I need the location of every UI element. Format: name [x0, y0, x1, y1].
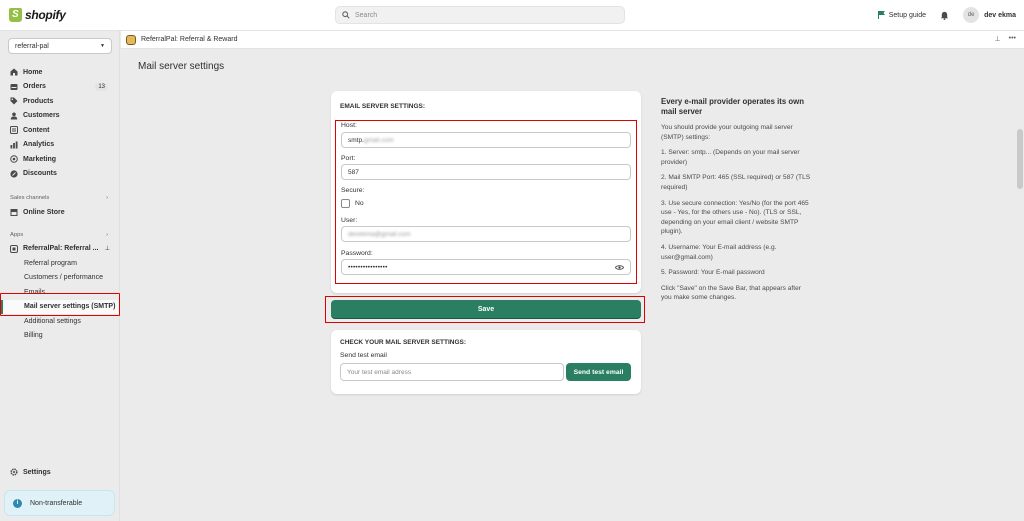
sidebar-item-label: Products [23, 97, 54, 105]
send-test-email-button[interactable]: Send test email [566, 363, 631, 381]
sidebar-item-label: Customers [23, 112, 60, 120]
flag-icon [877, 11, 885, 19]
discount-icon [10, 170, 18, 178]
bell-icon[interactable] [940, 11, 949, 20]
section-title: EMAIL SERVER SETTINGS: [340, 103, 425, 110]
pin-icon[interactable]: ⊥ [995, 35, 1001, 43]
help-panel: Every e-mail provider operates its own m… [661, 97, 811, 309]
scrollbar[interactable] [1016, 49, 1024, 521]
info-icon: i [13, 498, 22, 508]
sidebar-subitem-additional-settings[interactable]: Additional settings [0, 314, 120, 329]
shopify-logo[interactable]: shopify [9, 8, 66, 22]
sidebar-item-label: Discounts [23, 170, 57, 178]
chevron-right-icon: › [106, 195, 108, 201]
sidebar-item-customers[interactable]: Customers [0, 109, 120, 124]
setup-guide-label: Setup guide [888, 11, 927, 19]
app-title-bar: ReferralPal: Referral & Reward ⊥ ••• [121, 31, 1024, 49]
app-title: ReferralPal: Referral & Reward [141, 36, 238, 43]
pin-icon[interactable]: ⊥ [105, 245, 110, 252]
section-label: Apps [10, 231, 24, 238]
sidebar-item-settings[interactable]: Settings [10, 468, 51, 476]
referralpal-app-icon [126, 34, 136, 45]
sidebar-item-label: Online Store [23, 208, 65, 216]
sidebar-item-home[interactable]: Home [0, 65, 120, 80]
scrollbar-thumb[interactable] [1017, 129, 1023, 189]
orders-icon [10, 83, 18, 90]
banner-label: Non-transferable [30, 499, 83, 507]
app-icon [10, 244, 18, 253]
content-icon [10, 126, 18, 135]
setup-guide-button[interactable]: Setup guide [877, 11, 927, 19]
help-paragraph: 5. Password: Your E-mail password [661, 269, 765, 277]
search-icon [342, 11, 350, 19]
sidebar-subitem-customers-performance[interactable]: Customers / performance [0, 271, 120, 286]
check-mail-server-card: CHECK YOUR MAIL SERVER SETTINGS: Send te… [331, 330, 641, 394]
highlight-box-fields [335, 120, 637, 284]
help-paragraph: 4. Username: Your E-mail address (e.g. u… [661, 243, 777, 261]
sidebar-item-label: Marketing [23, 155, 57, 163]
sidebar-item-products[interactable]: Products [0, 94, 120, 109]
gear-icon [10, 468, 18, 476]
avatar: de [963, 7, 980, 23]
chart-icon [10, 141, 18, 149]
orders-count-badge: 13 [95, 82, 108, 91]
section-label: Sales channels [10, 195, 50, 201]
sidebar-item-label: Settings [23, 468, 51, 476]
target-icon [10, 155, 18, 164]
sidebar-item-discounts[interactable]: Discounts [0, 167, 120, 182]
sidebar: referral-pal ▼ Home Orders 13 Products C… [0, 31, 120, 521]
sidebar-item-orders[interactable]: Orders 13 [0, 80, 120, 95]
test-email-input[interactable]: Your test email adress [340, 363, 564, 381]
sidebar-item-label: Analytics [23, 141, 55, 149]
section-title: CHECK YOUR MAIL SERVER SETTINGS: [340, 339, 467, 346]
chevron-right-icon: › [106, 231, 108, 238]
sidebar-item-marketing[interactable]: Marketing [0, 152, 120, 167]
search-bar[interactable]: Search [335, 6, 625, 24]
store-name: referral-pal [15, 42, 49, 50]
sidebar-item-content[interactable]: Content [0, 123, 120, 138]
sidebar-item-analytics[interactable]: Analytics [0, 138, 120, 153]
sales-channels-header[interactable]: Sales channels › [0, 191, 120, 205]
sidebar-item-referralpal[interactable]: ReferralPal: Referral ... ⊥ [0, 242, 120, 257]
help-paragraph: Click "Save" on the Save Bar, that appea… [661, 284, 801, 302]
sidebar-subitem-billing[interactable]: Billing [0, 329, 120, 344]
apps-header[interactable]: Apps › [0, 228, 120, 242]
shopify-bag-icon [9, 8, 22, 22]
account-menu[interactable]: de dev ekma [963, 7, 1016, 23]
send-test-email-label: Send test email [340, 352, 387, 359]
person-icon [10, 112, 18, 120]
logo-text: shopify [25, 8, 66, 22]
help-paragraph: 2. Mail SMTP Port: 465 (SSL required) or… [661, 174, 811, 191]
help-paragraph: 3. Use secure connection: Yes/No (for th… [661, 199, 809, 236]
sidebar-item-label: Home [23, 68, 43, 76]
chevron-down-icon: ▼ [100, 43, 105, 49]
store-selector[interactable]: referral-pal ▼ [8, 38, 112, 54]
help-paragraph: You should provide your outgoing mail se… [661, 124, 793, 141]
sidebar-item-label: Content [23, 126, 50, 134]
sidebar-item-online-store[interactable]: Online Store [0, 205, 120, 220]
non-transferable-banner[interactable]: i Non-transferable [4, 490, 115, 516]
highlight-box-save [325, 296, 645, 323]
sidebar-subitem-referral-program[interactable]: Referral program [0, 256, 120, 271]
user-name: dev ekma [984, 11, 1016, 19]
highlight-box-nav [0, 293, 120, 316]
search-placeholder: Search [355, 11, 378, 19]
sidebar-item-label: ReferralPal: Referral ... [23, 245, 99, 253]
help-paragraph: 1. Server: smtp... (Depends on your mail… [661, 149, 800, 166]
help-title: Every e-mail provider operates its own m… [661, 97, 804, 116]
tag-icon [10, 97, 18, 105]
page-title: Mail server settings [138, 61, 225, 72]
sidebar-item-label: Orders [23, 83, 46, 91]
top-bar: shopify Search Setup guide de dev ekma [0, 0, 1024, 31]
home-icon [10, 68, 18, 76]
more-options-icon[interactable]: ••• [1009, 35, 1016, 43]
store-icon [10, 209, 18, 217]
